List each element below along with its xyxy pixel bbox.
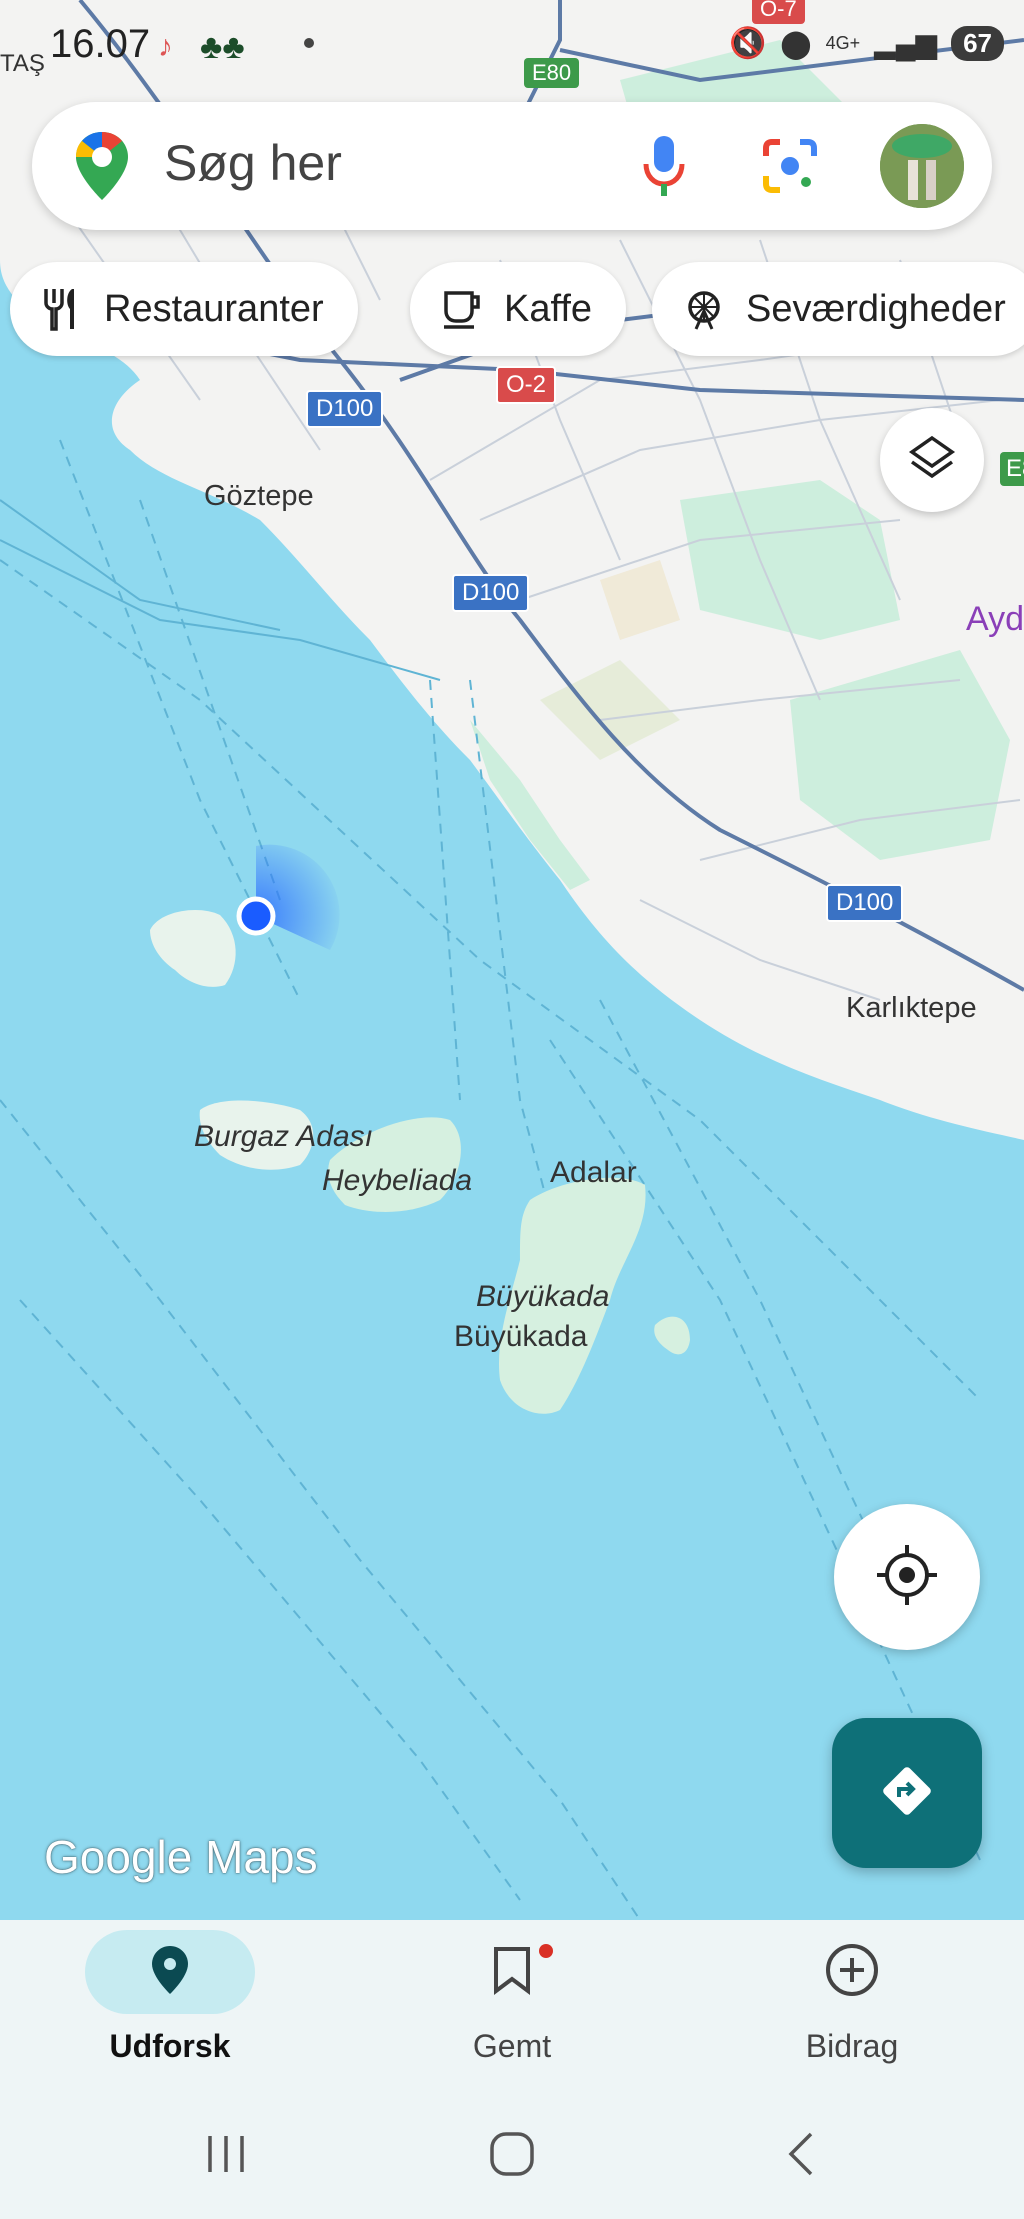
account-avatar[interactable] xyxy=(880,124,964,208)
nav-label: Gemt xyxy=(472,2028,552,2064)
nav-saved[interactable]: Gemt xyxy=(412,1930,612,2080)
app-notification-icon: ♣♣ xyxy=(200,28,245,66)
island-label-burgaz-adasi[interactable]: Burgaz Adası xyxy=(194,1120,373,1154)
town-label-buyukada[interactable]: Büyükada xyxy=(454,1320,587,1354)
directions-button[interactable] xyxy=(832,1718,982,1868)
my-location-button[interactable] xyxy=(834,1504,980,1650)
add-circle-icon xyxy=(824,1942,880,2003)
location-status-icon: ⬤ xyxy=(780,28,812,59)
home-icon[interactable] xyxy=(472,2124,552,2184)
tiktok-notification-icon: ♪ xyxy=(158,30,173,63)
system-navigation-bar xyxy=(0,2080,1024,2219)
carrier-fragment: TAŞ xyxy=(0,50,45,77)
mute-icon: 🔇 xyxy=(728,27,767,60)
explore-pin-icon xyxy=(150,1944,190,2001)
district-label-adalar[interactable]: Adalar xyxy=(550,1156,637,1190)
search-bar[interactable]: Søg her xyxy=(32,102,992,230)
status-time: 16.07 xyxy=(50,22,151,66)
google-lens-icon[interactable] xyxy=(762,138,818,199)
back-icon[interactable] xyxy=(760,2124,840,2184)
google-maps-logo-icon xyxy=(74,130,130,207)
chip-label: Restauranter xyxy=(104,287,324,330)
ferris-wheel-icon xyxy=(682,287,726,331)
notification-badge xyxy=(539,1944,553,1958)
signal-icon: ▂▄▆ xyxy=(874,28,938,59)
google-maps-watermark: Google Maps xyxy=(44,1831,318,1883)
network-type: 4G+ xyxy=(825,33,861,53)
road-shield-d100: D100 xyxy=(452,574,530,612)
chip-label: Kaffe xyxy=(504,287,593,330)
chip-label: Seværdigheder xyxy=(746,287,1006,330)
current-location-dot xyxy=(236,896,276,936)
place-label-aydinevler[interactable]: Ayd xyxy=(966,600,1024,639)
nav-label: Bidrag xyxy=(805,2028,899,2064)
layers-icon xyxy=(906,432,958,489)
bottom-navigation: Udforsk Gemt Bidrag xyxy=(0,1920,1024,2080)
recent-apps-icon[interactable] xyxy=(186,2124,266,2184)
bookmark-icon xyxy=(492,1945,532,2000)
chip-attractions[interactable]: Seværdigheder xyxy=(652,262,1024,356)
chip-restaurants[interactable]: Restauranter xyxy=(10,262,358,356)
search-input[interactable]: Søg her xyxy=(164,134,342,192)
island-label-heybeliada[interactable]: Heybeliada xyxy=(322,1164,472,1198)
chip-coffee[interactable]: Kaffe xyxy=(410,262,627,356)
status-bar: TAŞ 16.07 ♪ ♣♣ 🔇 ⬤ 4G+ ▂▄▆ 67 xyxy=(0,0,1024,90)
island-label-buyukada[interactable]: Büyükada xyxy=(476,1280,609,1314)
nav-label: Udforsk xyxy=(109,2028,231,2064)
nav-contribute[interactable]: Bidrag xyxy=(752,1930,952,2080)
road-shield-d100: D100 xyxy=(826,884,904,922)
map-layers-button[interactable] xyxy=(880,408,984,512)
directions-icon xyxy=(877,1761,937,1826)
fork-knife-icon xyxy=(40,287,84,331)
more-notifications-dot xyxy=(304,38,314,48)
road-shield-e8: E8 xyxy=(1000,452,1024,486)
coffee-cup-icon xyxy=(440,287,484,331)
voice-search-icon[interactable] xyxy=(642,134,686,203)
battery-indicator: 67 xyxy=(951,26,1004,61)
nav-explore[interactable]: Udforsk xyxy=(70,1930,270,2080)
place-label-goztepe[interactable]: Göztepe xyxy=(204,480,314,513)
place-label-karliktepe[interactable]: Karlıktepe xyxy=(846,992,977,1025)
crosshair-icon xyxy=(874,1542,940,1613)
category-chips: Restauranter Kaffe Seværdigheder xyxy=(0,262,1024,358)
road-shield-o2: O-2 xyxy=(496,366,557,404)
road-shield-d100: D100 xyxy=(306,390,384,428)
